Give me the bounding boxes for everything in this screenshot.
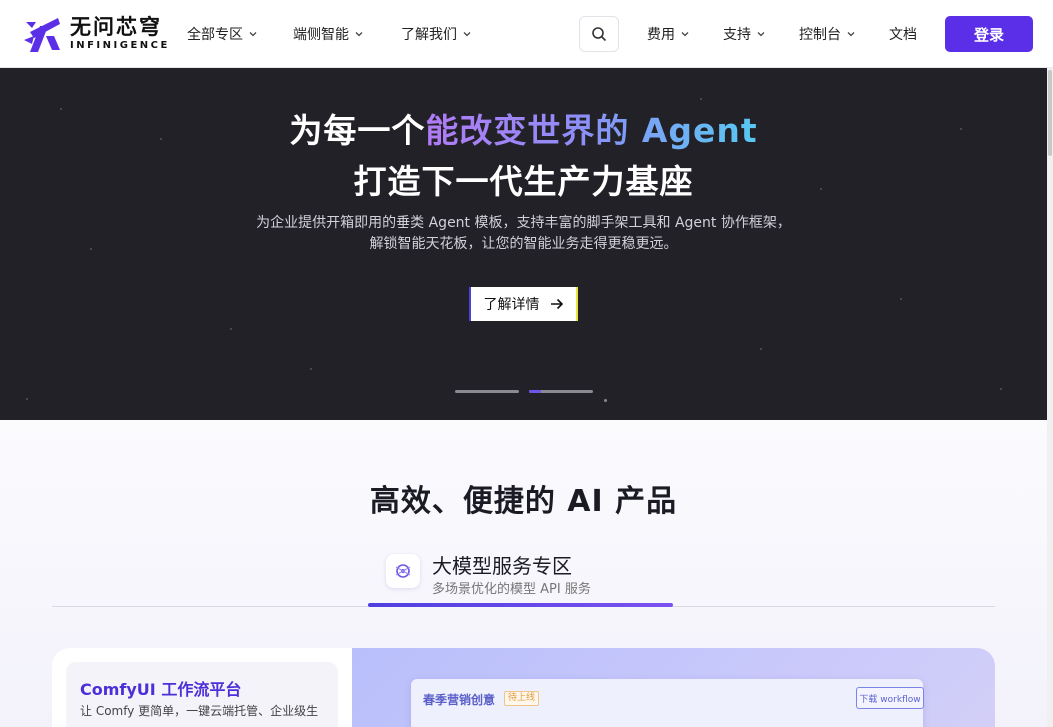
star-dot (26, 398, 28, 400)
workflow-preview: 春季营销创意 待上线 下载 workflow (411, 679, 924, 727)
nav-edge-ai-label: 端侧智能 (293, 27, 349, 43)
product-card-info[interactable]: ComfyUI 工作流平台 让 Comfy 更简单，一键云端托管、企业级生 (66, 662, 338, 727)
product-card-title: ComfyUI 工作流平台 (80, 680, 242, 699)
chevron-down-icon (681, 32, 689, 37)
product-card-desc: 让 Comfy 更简单，一键云端托管、企业级生 (80, 704, 319, 718)
nav-console[interactable]: 控制台 (799, 24, 855, 44)
carousel-progress (529, 390, 541, 393)
carousel-indicator-1[interactable] (455, 390, 519, 393)
carousel-dot (604, 399, 607, 402)
star-dot (760, 348, 762, 350)
product-card: ComfyUI 工作流平台 让 Comfy 更简单，一键云端托管、企业级生 春季… (52, 648, 995, 727)
logo-text-en: INFINIGENCE (70, 40, 170, 51)
arrow-right-icon (550, 298, 563, 310)
nav-about-us[interactable]: 了解我们 (401, 24, 471, 44)
download-workflow-button[interactable]: 下载 workflow (856, 687, 924, 709)
star-dot (230, 328, 232, 330)
hero-banner: 为每一个能改变世界的 Agent 打造下一代生产力基座 为企业提供开箱即用的垂类… (0, 68, 1047, 420)
search-button[interactable] (579, 16, 619, 52)
chevron-down-icon (463, 32, 471, 37)
search-icon (592, 27, 607, 42)
learn-more-button[interactable]: 了解详情 (469, 287, 578, 321)
carousel-indicator-2[interactable] (529, 390, 593, 393)
star-dot (900, 298, 902, 300)
page-scrollbar[interactable] (1047, 68, 1053, 727)
nav-about-us-label: 了解我们 (401, 27, 457, 43)
tab-subtitle: 多场景优化的模型 API 服务 (432, 582, 591, 597)
nav-pricing[interactable]: 费用 (647, 24, 689, 44)
logo-mark-icon (24, 18, 60, 52)
nav-all-zones[interactable]: 全部专区 (187, 24, 257, 44)
nav-docs[interactable]: 文档 (889, 24, 917, 44)
nav-docs-label: 文档 (889, 27, 917, 43)
star-dot (700, 98, 702, 100)
hero-description: 为企业提供开箱即用的垂类 Agent 模板，支持丰富的脚手架工具和 Agent … (0, 213, 1047, 255)
preview-status-badge: 待上线 (504, 691, 540, 706)
hero-title-highlight: 能改变世界的 Agent (425, 111, 758, 150)
preview-title: 春季营销创意 (423, 693, 496, 707)
products-title: 高效、便捷的 AI 产品 (369, 484, 678, 519)
hero-title-line1: 为每一个能改变世界的 Agent (0, 104, 1047, 152)
tab-title: 大模型服务专区 (432, 554, 572, 578)
login-button[interactable]: 登录 (945, 16, 1033, 52)
model-service-icon (386, 554, 420, 588)
nav-pricing-label: 费用 (647, 27, 675, 43)
products-section: 高效、便捷的 AI 产品 大模型服务专区 多场景优化的模型 API 服务 Com… (0, 420, 1047, 727)
hero-title-line2: 打造下一代生产力基座 (353, 162, 694, 201)
chevron-down-icon (355, 32, 363, 37)
hero-title-prefix: 为每一个 (289, 111, 426, 150)
chevron-down-icon (757, 32, 765, 37)
scrollbar-thumb[interactable] (1048, 70, 1052, 156)
nav-support[interactable]: 支持 (723, 24, 765, 44)
nav-edge-ai[interactable]: 端侧智能 (293, 24, 363, 44)
top-header: 无问芯穹 INFINIGENCE 全部专区 端侧智能 了解我们 费用 支持 控制… (0, 0, 1053, 68)
nav-console-label: 控制台 (799, 27, 841, 43)
nav-support-label: 支持 (723, 27, 751, 43)
active-tab-underline (368, 603, 673, 607)
nav-all-zones-label: 全部专区 (187, 27, 243, 43)
logo-text-cn: 无问芯穹 (70, 15, 162, 39)
chevron-down-icon (847, 32, 855, 37)
chevron-down-icon (249, 32, 257, 37)
hero-desc-line1: 为企业提供开箱即用的垂类 Agent 模板，支持丰富的脚手架工具和 Agent … (256, 215, 791, 231)
star-dot (1000, 388, 1002, 390)
brand-logo[interactable]: 无问芯穹 INFINIGENCE (20, 12, 170, 56)
learn-more-label: 了解详情 (483, 297, 540, 313)
hero-desc-line2: 解锁智能天花板，让您的智能业务走得更稳更远。 (369, 236, 678, 252)
product-card-preview-area: 春季营销创意 待上线 下载 workflow (352, 648, 995, 727)
star-dot (310, 368, 312, 370)
tab-model-service[interactable]: 大模型服务专区 多场景优化的模型 API 服务 (368, 550, 673, 606)
